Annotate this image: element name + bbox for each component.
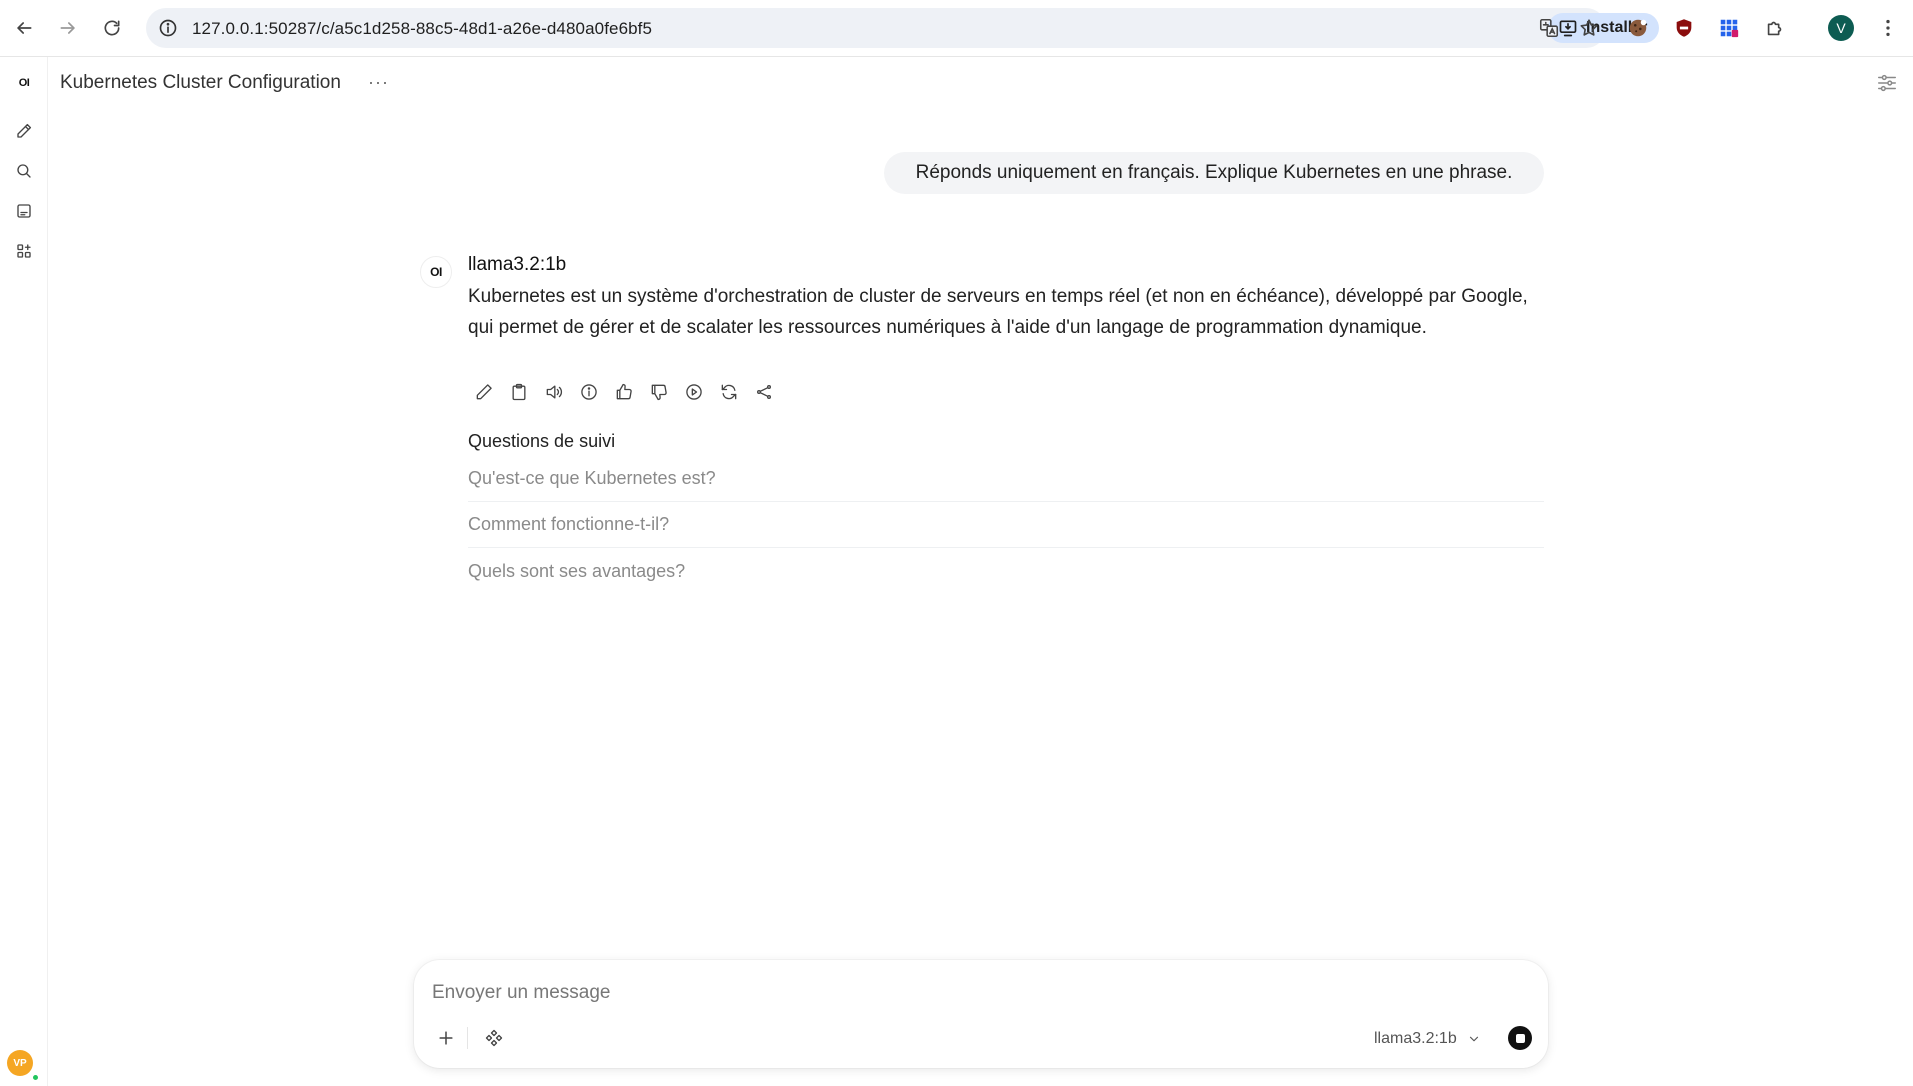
workspace-button[interactable] (8, 235, 40, 267)
address-bar[interactable]: 127.0.0.1:50287/c/a5c1d258-88c5-48d1-a26… (146, 8, 1660, 48)
user-message: Réponds uniquement en français. Explique… (884, 152, 1544, 194)
thumbs-up-icon (616, 383, 632, 400)
extension-cookie[interactable] (1624, 14, 1652, 42)
composer-divider (467, 1027, 468, 1049)
chat-title[interactable]: Kubernetes Cluster Configuration (60, 72, 341, 94)
shield-icon (1676, 19, 1692, 37)
model-selector[interactable]: llama3.2:1b (1374, 1028, 1481, 1050)
back-button[interactable] (8, 12, 40, 44)
grid-app-icon (1720, 19, 1739, 38)
pencil-icon (476, 384, 492, 400)
plus-icon (439, 1031, 453, 1045)
share-icon (757, 385, 771, 399)
site-info-button[interactable] (156, 16, 180, 40)
add-attachment-button[interactable] (432, 1024, 460, 1052)
info-icon (581, 384, 597, 400)
search-icon (17, 164, 31, 178)
forward-button[interactable] (52, 12, 84, 44)
logo-text: OI (18, 77, 30, 89)
message-action-bar (472, 378, 776, 406)
profile-avatar[interactable]: V (1828, 15, 1854, 41)
reload-button[interactable] (96, 12, 128, 44)
speaker-icon (546, 385, 562, 399)
share-button[interactable] (752, 378, 776, 406)
tools-icon (485, 1029, 503, 1047)
chevron-down-icon (1469, 1036, 1478, 1042)
thumbs-down-icon (651, 384, 667, 401)
notes-icon (17, 204, 31, 218)
translate-button[interactable] (1536, 15, 1562, 41)
thumbs-up-button[interactable] (612, 378, 636, 406)
puzzle-icon (1767, 21, 1782, 36)
sliders-icon (1878, 74, 1896, 92)
extension-shield[interactable] (1670, 14, 1698, 42)
clipboard-icon (512, 383, 526, 401)
user-avatar[interactable]: VP (7, 1050, 33, 1076)
continue-response-button[interactable] (682, 378, 706, 406)
message-input[interactable] (432, 978, 1432, 1008)
regenerate-button[interactable] (717, 378, 741, 406)
bookmark-button[interactable] (1576, 15, 1602, 41)
chat-controls-button[interactable] (1876, 72, 1898, 94)
arrow-right-icon (60, 22, 75, 34)
read-aloud-button[interactable] (542, 378, 566, 406)
followups-title: Questions de suivi (468, 431, 616, 451)
info-icon (159, 19, 177, 37)
followup-question[interactable]: Qu'est-ce que Kubernetes est? (468, 456, 1544, 502)
chat-menu-button[interactable]: ··· (368, 72, 389, 93)
notes-button[interactable] (8, 195, 40, 227)
stop-icon (1515, 1033, 1525, 1043)
app-sidebar-rail: OI (0, 57, 48, 1086)
app-logo[interactable]: OI (8, 67, 40, 99)
assistant-response: Kubernetes est un système d'orchestratio… (468, 286, 1528, 338)
browser-toolbar: 127.0.0.1:50287/c/a5c1d258-88c5-48d1-a26… (0, 0, 1913, 57)
play-circle-icon (686, 384, 702, 400)
extension-grid[interactable] (1715, 14, 1743, 42)
model-selector-label: llama3.2:1b (1374, 1030, 1457, 1047)
search-button[interactable] (8, 155, 40, 187)
extensions-menu-button[interactable] (1761, 14, 1789, 42)
generation-info-button[interactable] (577, 378, 601, 406)
reload-icon (104, 20, 120, 36)
copy-button[interactable] (507, 378, 531, 406)
thumbs-down-button[interactable] (647, 378, 671, 406)
followup-question[interactable]: Quels sont ses avantages? (468, 548, 1544, 594)
browser-menu-button[interactable] (1874, 14, 1902, 42)
online-status-dot (31, 1073, 40, 1082)
integrations-button[interactable] (480, 1024, 508, 1052)
apps-grid-icon (17, 244, 31, 258)
translate-icon (1539, 18, 1559, 38)
stop-generation-button[interactable] (1508, 1026, 1532, 1050)
assistant-avatar: OI (420, 256, 452, 288)
star-icon (1580, 19, 1598, 36)
refresh-icon (721, 384, 737, 400)
arrow-left-icon (17, 22, 32, 34)
new-chat-button[interactable] (8, 115, 40, 147)
message-composer: llama3.2:1b (414, 960, 1548, 1068)
followup-question[interactable]: Comment fonctionne-t-il? (468, 502, 1544, 548)
assistant-model-name: llama3.2:1b (468, 254, 567, 275)
edit-button[interactable] (472, 378, 496, 406)
kebab-menu-icon (1886, 19, 1890, 37)
pencil-icon (17, 123, 32, 138)
url-text: 127.0.0.1:50287/c/a5c1d258-88c5-48d1-a26… (192, 19, 653, 38)
cookie-icon (1629, 19, 1647, 37)
